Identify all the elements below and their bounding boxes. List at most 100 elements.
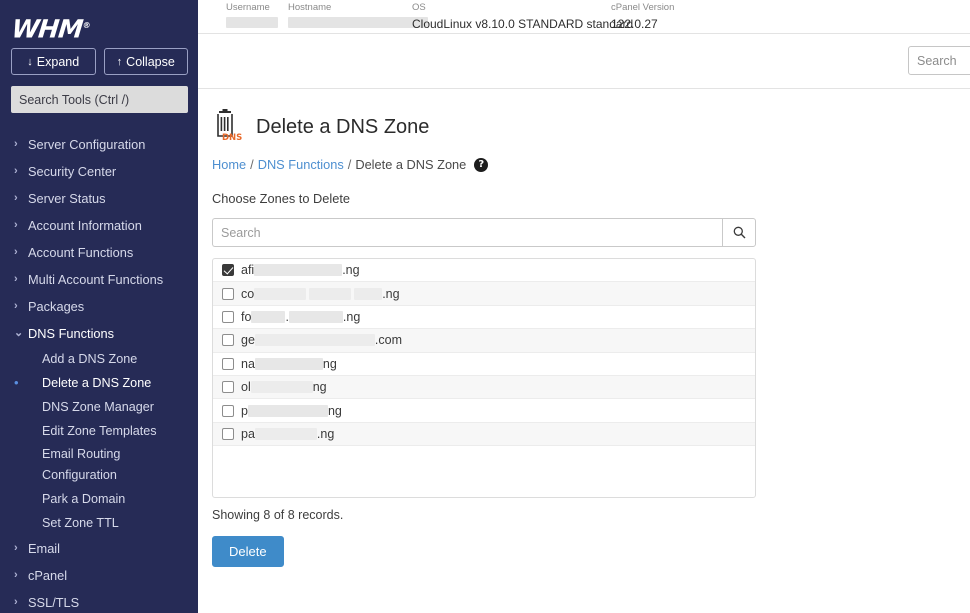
whm-app: WHM® ↓ Expand ↑ Collapse › Server Config… — [0, 0, 970, 613]
zone-name: na ng — [241, 357, 337, 371]
zone-search-button[interactable] — [722, 218, 756, 247]
zone-prefix: pa — [241, 426, 255, 441]
sidebar-item-park-a-domain[interactable]: Park a Domain — [0, 487, 198, 511]
trademark-mark: ® — [82, 21, 91, 30]
zone-suffix: .ng — [382, 286, 400, 301]
zone-checkbox[interactable] — [222, 381, 234, 394]
hostname-field: Hostname — [288, 2, 428, 32]
sidebar-item-email[interactable]: › Email — [0, 535, 198, 562]
page-title: Delete a DNS Zone — [256, 115, 430, 138]
collapse-button-label: Collapse — [126, 54, 175, 69]
table-row[interactable]: ol ng — [213, 375, 755, 400]
zone-search-group — [212, 218, 756, 247]
hostname-value — [288, 14, 428, 32]
table-row[interactable]: ge .com — [213, 329, 755, 353]
redacted-block — [254, 287, 307, 300]
sidebar-item-server-status[interactable]: › Server Status — [0, 185, 198, 212]
zone-suffix: .com — [374, 333, 402, 348]
zone-checkbox[interactable] — [222, 357, 234, 370]
redacted-block — [247, 404, 328, 417]
zone-name: ol ng — [241, 380, 327, 394]
zone-prefix: p — [241, 403, 248, 418]
sidebar-item-label: Security Center — [28, 164, 117, 179]
zone-checkbox[interactable] — [222, 264, 234, 277]
breadcrumb-home-link[interactable]: Home — [212, 157, 246, 172]
zone-checkbox[interactable] — [222, 334, 234, 347]
redacted-block — [254, 427, 317, 440]
sidebar-item-server-configuration[interactable]: › Server Configuration — [0, 131, 198, 158]
table-row[interactable]: fo . .ng — [213, 306, 755, 330]
sidebar-item-dns-functions[interactable]: ⌄ DNS Functions — [0, 320, 198, 347]
sidebar-item-edit-zone-templates[interactable]: Edit Zone Templates — [0, 419, 198, 443]
chevron-right-icon: › — [14, 246, 18, 258]
sidebar-item-dns-zone-manager[interactable]: DNS Zone Manager — [0, 395, 198, 419]
sidebar-item-ssl-tls[interactable]: › SSL/TLS — [0, 589, 198, 613]
search-tools-wrap — [0, 75, 198, 113]
main-content: Username Hostname OS CloudLinux v8.10.0 … — [198, 0, 970, 613]
cpanel-version-field: cPanel Version 122.0.27 — [611, 2, 674, 32]
cpanel-version-label: cPanel Version — [611, 2, 675, 13]
zone-search-input[interactable] — [212, 218, 722, 247]
table-row[interactable]: na ng — [213, 353, 755, 376]
breadcrumb-separator: / — [250, 157, 254, 172]
sidebar-subitem-label: Delete a DNS Zone — [42, 376, 152, 390]
whm-logo[interactable]: WHM® — [0, 0, 198, 44]
username-value — [226, 14, 278, 32]
zone-suffix: ng — [327, 403, 342, 418]
sidebar-item-set-zone-ttl[interactable]: Set Zone TTL — [0, 511, 198, 535]
zone-name: co .ng — [241, 287, 400, 301]
chevron-right-icon: › — [14, 569, 18, 581]
sidebar-item-multi-account-functions[interactable]: › Multi Account Functions — [0, 266, 198, 293]
zone-prefix: co — [241, 286, 255, 301]
sidebar-item-cpanel[interactable]: › cPanel — [0, 562, 198, 589]
top-search-input[interactable] — [908, 46, 970, 75]
sidebar-item-email-routing-configuration[interactable]: Email Routing Configuration — [0, 443, 198, 487]
chevron-right-icon: › — [14, 300, 18, 312]
sidebar-item-packages[interactable]: › Packages — [0, 293, 198, 320]
redacted-block — [250, 381, 313, 394]
zone-suffix: .ng — [316, 426, 335, 441]
zone-prefix: na — [241, 356, 255, 371]
sidebar-subitem-label: Edit Zone Templates — [42, 424, 157, 438]
sidebar-nav: › Server Configuration › Security Center… — [0, 131, 198, 613]
table-row[interactable]: afi .ng — [213, 259, 755, 283]
help-circle-icon[interactable]: ? — [474, 157, 489, 172]
table-row[interactable]: pa .ng — [213, 422, 755, 447]
sidebar-item-account-functions[interactable]: › Account Functions — [0, 239, 198, 266]
sidebar-item-account-information[interactable]: › Account Information — [0, 212, 198, 239]
table-row[interactable]: co .ng — [213, 282, 755, 306]
breadcrumb-current: Delete a DNS Zone — [355, 157, 467, 172]
svg-text:DNS: DNS — [222, 133, 242, 143]
sidebar-subitem-label: Set Zone TTL — [42, 516, 119, 530]
zone-name: ge .com — [241, 333, 402, 347]
chevron-right-icon: › — [14, 165, 18, 177]
redacted-block — [254, 334, 375, 347]
os-field: OS CloudLinux v8.10.0 STANDARD standard — [412, 2, 633, 32]
sidebar-item-add-a-dns-zone[interactable]: Add a DNS Zone — [0, 347, 198, 371]
username-label: Username — [226, 2, 270, 13]
sidebar-item-security-center[interactable]: › Security Center — [0, 158, 198, 185]
zone-list[interactable]: afi .ng co .ng fo . .ng ge .com na ng ol… — [212, 258, 756, 498]
os-value: CloudLinux v8.10.0 STANDARD standard — [412, 17, 634, 31]
page-content: DNS Delete a DNS Zone Home / DNS Functio… — [198, 89, 970, 567]
zone-checkbox[interactable] — [222, 287, 234, 300]
sidebar-item-delete-a-dns-zone[interactable]: • Delete a DNS Zone — [0, 371, 198, 395]
zone-suffix: ng — [322, 356, 337, 371]
arrow-down-icon: ↓ — [27, 55, 33, 68]
delete-button[interactable]: Delete — [212, 536, 284, 567]
sidebar-item-label: Server Status — [28, 191, 106, 206]
zone-prefix: fo — [241, 309, 252, 324]
zone-checkbox[interactable] — [222, 404, 234, 417]
redacted-block — [254, 357, 323, 370]
collapse-button[interactable]: ↑ Collapse — [103, 48, 188, 75]
table-row[interactable]: p ng — [213, 399, 755, 423]
arrow-up-icon: ↑ — [116, 55, 123, 68]
breadcrumb-dns-functions-link[interactable]: DNS Functions — [258, 157, 344, 172]
sidebar-item-label: Server Configuration — [28, 137, 146, 152]
zone-checkbox[interactable] — [222, 427, 234, 440]
chevron-right-icon: › — [14, 596, 18, 608]
search-tools-input[interactable] — [11, 86, 188, 113]
redacted-block — [288, 310, 343, 323]
expand-button[interactable]: ↓ Expand — [11, 48, 96, 75]
zone-checkbox[interactable] — [222, 310, 234, 323]
